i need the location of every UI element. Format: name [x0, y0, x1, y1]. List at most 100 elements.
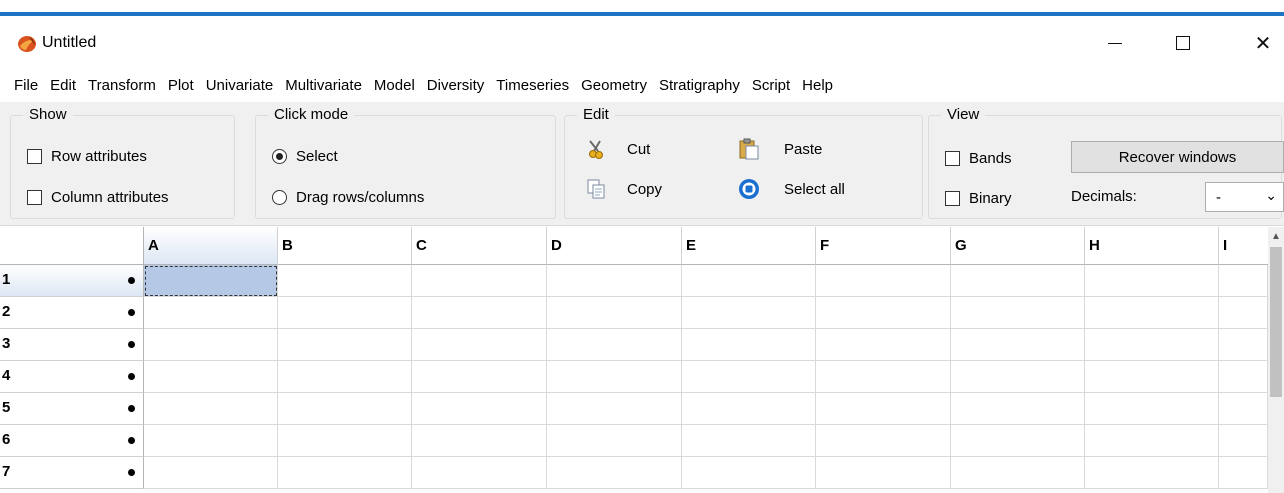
cell-i5[interactable] — [1219, 393, 1268, 425]
drag-mode-option[interactable]: Drag rows/columns — [272, 189, 424, 206]
drag-mode-radio[interactable] — [272, 190, 287, 205]
minimize-button[interactable] — [1092, 26, 1138, 60]
cell-h1[interactable] — [1085, 265, 1219, 297]
row-header-5[interactable]: 5 — [0, 393, 144, 425]
title-bar[interactable]: Untitled ✕ — [0, 16, 1284, 70]
menu-help[interactable]: Help — [796, 70, 839, 102]
bands-toggle[interactable]: Bands — [945, 150, 1012, 167]
menu-timeseries[interactable]: Timeseries — [490, 70, 575, 102]
cell-b6[interactable] — [278, 425, 412, 457]
bands-checkbox[interactable] — [945, 151, 960, 166]
cut-button[interactable]: Cut — [585, 138, 650, 160]
menu-diversity[interactable]: Diversity — [421, 70, 491, 102]
data-grid[interactable]: A B C D E F G H I 1 2 3 4 5 6 7 — [0, 227, 1268, 493]
cell-c4[interactable] — [412, 361, 547, 393]
row-header-3[interactable]: 3 — [0, 329, 144, 361]
cell-g3[interactable] — [951, 329, 1085, 361]
column-header-b[interactable]: B — [278, 227, 412, 265]
cell-f6[interactable] — [816, 425, 951, 457]
cell-f4[interactable] — [816, 361, 951, 393]
menu-transform[interactable]: Transform — [82, 70, 162, 102]
recover-windows-button[interactable]: Recover windows — [1071, 141, 1284, 173]
menu-multivariate[interactable]: Multivariate — [279, 70, 368, 102]
cell-c7[interactable] — [412, 457, 547, 489]
column-header-d[interactable]: D — [547, 227, 682, 265]
cell-f3[interactable] — [816, 329, 951, 361]
cell-e4[interactable] — [682, 361, 816, 393]
menu-model[interactable]: Model — [368, 70, 421, 102]
cell-i6[interactable] — [1219, 425, 1268, 457]
scrollbar-thumb[interactable] — [1270, 247, 1282, 397]
cell-e3[interactable] — [682, 329, 816, 361]
cell-d7[interactable] — [547, 457, 682, 489]
cell-i7[interactable] — [1219, 457, 1268, 489]
paste-button[interactable]: Paste — [738, 138, 822, 160]
cell-h3[interactable] — [1085, 329, 1219, 361]
cell-e5[interactable] — [682, 393, 816, 425]
row-attributes-toggle[interactable]: Row attributes — [27, 148, 147, 165]
cell-i1[interactable] — [1219, 265, 1268, 297]
menu-geometry[interactable]: Geometry — [575, 70, 653, 102]
cell-b4[interactable] — [278, 361, 412, 393]
cell-i4[interactable] — [1219, 361, 1268, 393]
select-mode-radio[interactable] — [272, 149, 287, 164]
cell-c5[interactable] — [412, 393, 547, 425]
cell-a2[interactable] — [144, 297, 278, 329]
row-header-2[interactable]: 2 — [0, 297, 144, 329]
cell-a5[interactable] — [144, 393, 278, 425]
maximize-button[interactable] — [1160, 26, 1206, 60]
row-header-4[interactable]: 4 — [0, 361, 144, 393]
menu-file[interactable]: File — [8, 70, 44, 102]
cell-d2[interactable] — [547, 297, 682, 329]
cell-b3[interactable] — [278, 329, 412, 361]
column-attributes-toggle[interactable]: Column attributes — [27, 189, 169, 206]
menu-univariate[interactable]: Univariate — [200, 70, 280, 102]
binary-checkbox[interactable] — [945, 191, 960, 206]
cell-f5[interactable] — [816, 393, 951, 425]
binary-toggle[interactable]: Binary — [945, 190, 1012, 207]
cell-a6[interactable] — [144, 425, 278, 457]
cell-c3[interactable] — [412, 329, 547, 361]
cell-a7[interactable] — [144, 457, 278, 489]
cell-g4[interactable] — [951, 361, 1085, 393]
cell-d5[interactable] — [547, 393, 682, 425]
cell-g7[interactable] — [951, 457, 1085, 489]
cell-g1[interactable] — [951, 265, 1085, 297]
cell-i3[interactable] — [1219, 329, 1268, 361]
cell-d1[interactable] — [547, 265, 682, 297]
cell-b5[interactable] — [278, 393, 412, 425]
cell-d6[interactable] — [547, 425, 682, 457]
menu-plot[interactable]: Plot — [162, 70, 200, 102]
cell-f7[interactable] — [816, 457, 951, 489]
cell-e1[interactable] — [682, 265, 816, 297]
column-header-h[interactable]: H — [1085, 227, 1219, 265]
cell-d3[interactable] — [547, 329, 682, 361]
copy-button[interactable]: Copy — [585, 178, 662, 200]
cell-h2[interactable] — [1085, 297, 1219, 329]
cell-e7[interactable] — [682, 457, 816, 489]
decimals-select[interactable]: - ⌄ — [1205, 182, 1284, 212]
column-header-a[interactable]: A — [144, 227, 278, 265]
cell-c2[interactable] — [412, 297, 547, 329]
cell-c1[interactable] — [412, 265, 547, 297]
select-mode-option[interactable]: Select — [272, 148, 338, 165]
row-header-1[interactable]: 1 — [0, 265, 144, 297]
cell-g2[interactable] — [951, 297, 1085, 329]
cell-a4[interactable] — [144, 361, 278, 393]
cell-g5[interactable] — [951, 393, 1085, 425]
cell-e6[interactable] — [682, 425, 816, 457]
column-attributes-checkbox[interactable] — [27, 190, 42, 205]
scroll-up-icon[interactable]: ▲ — [1271, 231, 1281, 242]
cell-b1[interactable] — [278, 265, 412, 297]
grid-corner[interactable] — [0, 227, 144, 265]
cell-h5[interactable] — [1085, 393, 1219, 425]
cell-f2[interactable] — [816, 297, 951, 329]
row-header-6[interactable]: 6 — [0, 425, 144, 457]
cell-g6[interactable] — [951, 425, 1085, 457]
menu-script[interactable]: Script — [746, 70, 796, 102]
cell-f1[interactable] — [816, 265, 951, 297]
row-header-7[interactable]: 7 — [0, 457, 144, 489]
column-header-e[interactable]: E — [682, 227, 816, 265]
cell-h4[interactable] — [1085, 361, 1219, 393]
cell-i2[interactable] — [1219, 297, 1268, 329]
